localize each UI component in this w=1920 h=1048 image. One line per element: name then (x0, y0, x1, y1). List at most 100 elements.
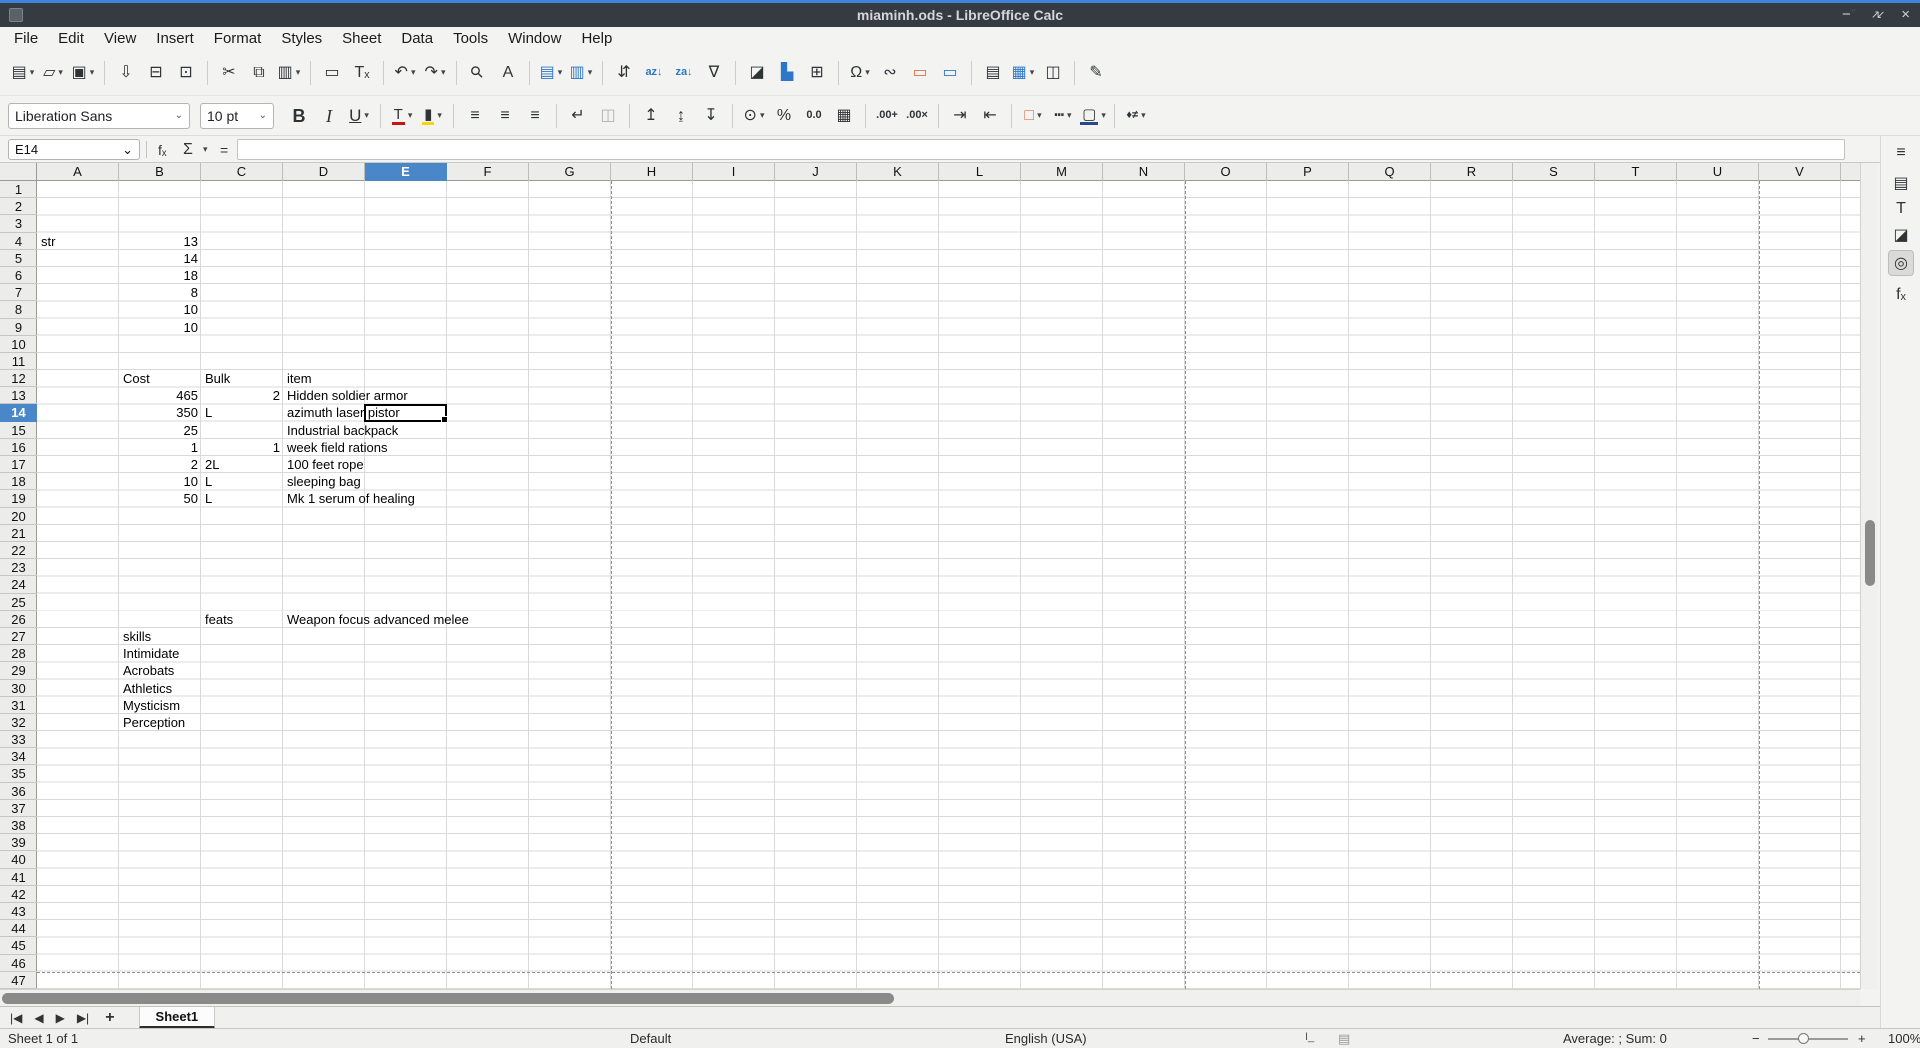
cell-B12[interactable]: Cost (123, 370, 150, 387)
row-header-18[interactable]: 18 (0, 473, 37, 490)
menu-format[interactable]: Format (204, 28, 272, 49)
column-header-L[interactable]: L (939, 163, 1021, 181)
row-header-33[interactable]: 33 (0, 731, 37, 748)
format-date-icon[interactable]: ▦ (831, 102, 857, 130)
cell-C18[interactable]: L (205, 473, 212, 490)
cell-C19[interactable]: L (205, 490, 212, 507)
row-header-2[interactable]: 2 (0, 198, 37, 215)
new-icon[interactable]: ▤▾ (10, 59, 36, 87)
zoom-in-icon[interactable]: + (1858, 1031, 1866, 1046)
add-decimal-place-icon[interactable]: .00+ (874, 102, 900, 130)
zoom-slider-thumb[interactable] (1798, 1033, 1809, 1044)
row-header-10[interactable]: 10 (0, 336, 37, 353)
cell-B32[interactable]: Perception (123, 714, 185, 731)
row-header-8[interactable]: 8 (0, 301, 37, 318)
column-header-U[interactable]: U (1677, 163, 1759, 181)
insert-comment-icon[interactable]: ▭ (907, 59, 933, 87)
cell-B9[interactable]: 10 (121, 319, 198, 336)
copy-icon[interactable]: ⧉ (246, 59, 272, 87)
horizontal-scrollbar[interactable] (0, 989, 1860, 1006)
cell-D18[interactable]: sleeping bag (287, 473, 361, 490)
cell-C26[interactable]: feats (205, 611, 233, 628)
delete-decimal-place-icon[interactable]: .00× (904, 102, 930, 130)
borders-icon[interactable]: □▾ (1020, 102, 1046, 130)
add-sheet-button[interactable]: + (95, 1009, 124, 1027)
row-header-25[interactable]: 25 (0, 594, 37, 611)
insert-row-icon[interactable]: ▤▾ (538, 59, 564, 87)
insert-chart-icon[interactable]: ▙ (774, 59, 800, 87)
column-header-I[interactable]: I (693, 163, 775, 181)
cell-D26[interactable]: Weapon focus advanced melee (287, 611, 469, 628)
gallery-icon[interactable]: ◪ (1888, 222, 1914, 248)
column-header-H[interactable]: H (611, 163, 693, 181)
cell-D16[interactable]: week field rations (287, 439, 387, 456)
selection-mode-icon[interactable]: I_ (1305, 1031, 1314, 1043)
row-header-47[interactable]: 47 (0, 972, 37, 989)
row-header-32[interactable]: 32 (0, 714, 37, 731)
minimize-icon[interactable]: − (1842, 3, 1851, 27)
cell-D12[interactable]: item (287, 370, 312, 387)
row-header-17[interactable]: 17 (0, 456, 37, 473)
underline-icon[interactable]: U▾ (346, 102, 372, 130)
cell-C16[interactable]: 1 (203, 439, 280, 456)
font-name-combo[interactable]: Liberation Sans ⌄ (8, 103, 190, 129)
row-header-46[interactable]: 46 (0, 955, 37, 972)
decrease-indent-icon[interactable]: ⇤ (977, 102, 1003, 130)
navigator-icon[interactable]: ◎ (1888, 250, 1914, 276)
row-header-16[interactable]: 16 (0, 439, 37, 456)
cell-D13[interactable]: Hidden soldier armor (287, 387, 408, 404)
clear-formatting-icon[interactable]: Tₓ (349, 59, 375, 87)
align-bottom-icon[interactable]: ↧ (698, 102, 724, 130)
show-draw-functions-icon[interactable]: ✎ (1083, 59, 1109, 87)
align-left-icon[interactable]: ≡ (462, 102, 488, 130)
column-header-V[interactable]: V (1759, 163, 1841, 181)
print-icon[interactable]: ⊟ (143, 59, 169, 87)
row-header-14[interactable]: 14 (0, 404, 37, 421)
page-style[interactable]: Default (630, 1031, 671, 1046)
cell-C12[interactable]: Bulk (205, 370, 230, 387)
horizontal-scrollbar-thumb[interactable] (2, 993, 894, 1004)
freeze-rows-columns-icon[interactable]: ▦▾ (1010, 59, 1036, 87)
cell-D19[interactable]: Mk 1 serum of healing (287, 490, 415, 507)
select-all-corner[interactable] (0, 163, 37, 181)
formula-input[interactable] (237, 139, 1845, 160)
first-sheet-icon[interactable]: |◀ (4, 1011, 28, 1025)
insert-text-box-icon[interactable]: ▭ (937, 59, 963, 87)
cell-B30[interactable]: Athletics (123, 680, 172, 697)
format-currency-icon[interactable]: ⊙▾ (741, 102, 767, 130)
cell-B31[interactable]: Mysticism (123, 697, 180, 714)
next-sheet-icon[interactable]: ▶ (50, 1011, 71, 1025)
menu-help[interactable]: Help (571, 28, 622, 49)
cell-B18[interactable]: 10 (121, 473, 198, 490)
spelling-icon[interactable]: A (495, 59, 521, 87)
column-header-S[interactable]: S (1513, 163, 1595, 181)
name-box[interactable]: E14 ⌄ (8, 139, 140, 160)
insert-image-icon[interactable]: ◪ (744, 59, 770, 87)
cell-B17[interactable]: 2 (121, 456, 198, 473)
menu-insert[interactable]: Insert (146, 28, 204, 49)
find-replace-icon[interactable]: ⚲ (465, 59, 491, 87)
column-header-J[interactable]: J (775, 163, 857, 181)
row-header-40[interactable]: 40 (0, 851, 37, 868)
column-header-A[interactable]: A (37, 163, 119, 181)
insert-pivot-table-icon[interactable]: ⊞ (804, 59, 830, 87)
menu-styles[interactable]: Styles (271, 28, 332, 49)
menu-data[interactable]: Data (391, 28, 443, 49)
language[interactable]: English (USA) (1005, 1031, 1087, 1046)
zoom-level[interactable]: 100% (1888, 1031, 1920, 1046)
row-header-23[interactable]: 23 (0, 559, 37, 576)
row-header-9[interactable]: 9 (0, 319, 37, 336)
previous-sheet-icon[interactable]: ◀ (28, 1011, 49, 1025)
headers-and-footers-icon[interactable]: ▤ (980, 59, 1006, 87)
vertical-scrollbar[interactable] (1860, 163, 1878, 989)
cell-cursor[interactable] (364, 404, 447, 422)
column-header-M[interactable]: M (1021, 163, 1103, 181)
format-percent-icon[interactable]: % (771, 102, 797, 130)
sheet-tab-sheet1[interactable]: Sheet1 (139, 1007, 216, 1029)
autofilter-icon[interactable]: ∇ (701, 59, 727, 87)
border-style-icon[interactable]: ┅▾ (1050, 102, 1076, 130)
close-icon[interactable]: × (1901, 3, 1910, 27)
expand-formula-bar-icon[interactable]: ▾ (1851, 6, 1856, 17)
border-color-icon[interactable]: ▢▾ (1080, 102, 1106, 130)
center-vertically-icon[interactable]: ↨ (668, 102, 694, 130)
